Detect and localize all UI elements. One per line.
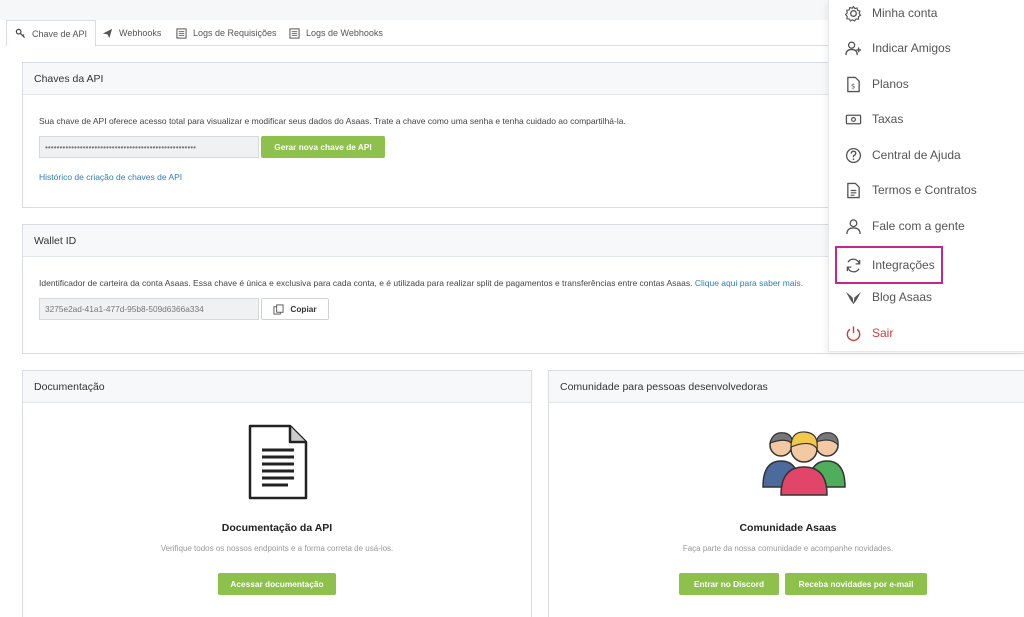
copy-button[interactable]: Copiar <box>261 298 329 320</box>
panel-title: Documentação <box>23 371 531 403</box>
power-icon <box>846 325 861 341</box>
learn-more-link[interactable]: Clique aqui para saber mais. <box>695 278 803 288</box>
menu-item-blog[interactable]: Blog Asaas <box>829 280 1024 314</box>
wallet-description-text: Identificador de carteira da conta Asaas… <box>39 278 693 288</box>
api-keys-description: Sua chave de API oferece acesso total pa… <box>39 116 626 126</box>
community-panel: Comunidade para pessoas desenvolvedoras … <box>548 370 1024 617</box>
community-icon <box>762 431 846 496</box>
wallet-id-field[interactable]: 3275e2ad-41a1-477d-95b8-509d6366a334 <box>39 298 259 320</box>
menu-item-label: Sair <box>872 326 894 340</box>
tab-webhooks[interactable]: Webhooks <box>94 20 169 46</box>
money-icon <box>845 114 862 124</box>
copy-label: Copiar <box>290 304 317 314</box>
copy-icon <box>273 303 284 315</box>
tab-label: Chave de API <box>32 28 88 39</box>
menu-item-refer-friends[interactable]: Indicar Amigos <box>829 31 1024 65</box>
gear-icon <box>845 5 862 22</box>
menu-item-label: Minha conta <box>872 6 938 20</box>
document-icon <box>248 424 308 500</box>
tab-label: Webhooks <box>119 28 162 38</box>
tab-label: Logs de Webhooks <box>306 28 383 38</box>
add-user-icon <box>845 41 862 55</box>
menu-item-fees[interactable]: Taxas <box>829 102 1024 136</box>
api-key-history-link[interactable]: Histórico de criação de chaves de API <box>39 172 182 182</box>
panel-title: Comunidade para pessoas desenvolvedoras <box>549 371 1024 403</box>
documentation-panel: Documentação Documentação da API Verifiq… <box>22 370 532 617</box>
menu-item-contact[interactable]: Fale com a gente <box>829 209 1024 243</box>
docs-card-title: Documentação da API <box>221 522 333 534</box>
email-news-button[interactable]: Receba novidades por e-mail <box>785 573 927 595</box>
discord-button[interactable]: Entrar no Discord <box>679 573 779 595</box>
menu-item-label: Indicar Amigos <box>872 41 951 55</box>
log-icon <box>289 27 300 39</box>
menu-item-terms[interactable]: Termos e Contratos <box>829 173 1024 207</box>
menu-item-label: Termos e Contratos <box>872 183 977 197</box>
menu-item-plans[interactable]: $ Planos <box>829 67 1024 101</box>
tab-webhook-logs[interactable]: Logs de Webhooks <box>281 20 391 46</box>
log-icon <box>176 27 187 39</box>
menu-item-label: Integrações <box>872 258 935 272</box>
community-card-title: Comunidade Asaas <box>739 522 837 534</box>
document-icon <box>847 182 860 198</box>
menu-item-help-center[interactable]: Central de Ajuda <box>829 138 1024 172</box>
wallet-description: Identificador de carteira da conta Asaas… <box>39 278 839 288</box>
menu-item-label: Blog Asaas <box>872 290 933 304</box>
key-icon <box>15 28 26 39</box>
generate-api-key-button[interactable]: Gerar nova chave de API <box>261 136 385 158</box>
sync-icon <box>846 258 861 272</box>
menu-item-label: Central de Ajuda <box>872 148 961 162</box>
docs-card-subtitle: Verifique todos os nossos endpoints e a … <box>160 544 394 553</box>
access-docs-button[interactable]: Acessar documentação <box>218 573 336 595</box>
menu-item-my-account[interactable]: Minha conta <box>829 0 1024 30</box>
menu-item-integrations[interactable]: Integrações <box>835 246 943 284</box>
tab-api-key[interactable]: Chave de API <box>6 20 97 47</box>
plan-document-icon: $ <box>847 76 860 92</box>
blog-icon <box>845 291 862 304</box>
paper-plane-icon <box>102 28 113 38</box>
help-icon <box>845 147 862 163</box>
account-dropdown-menu: Minha conta Indicar Amigos $ Planos Taxa… <box>828 0 1024 352</box>
tab-request-logs[interactable]: Logs de Requisições <box>168 20 285 46</box>
user-icon <box>846 218 861 234</box>
tab-label: Logs de Requisições <box>193 28 277 38</box>
api-key-field[interactable]: ••••••••••••••••••••••••••••••••••••••••… <box>39 136 259 158</box>
menu-item-label: Taxas <box>872 112 904 126</box>
menu-item-label: Fale com a gente <box>872 219 965 233</box>
menu-item-label: Planos <box>872 77 909 91</box>
community-card-subtitle: Faça parte da nossa comunidade e acompan… <box>682 544 894 553</box>
menu-item-logout[interactable]: Sair <box>829 316 1024 350</box>
svg-text:$: $ <box>851 82 855 90</box>
